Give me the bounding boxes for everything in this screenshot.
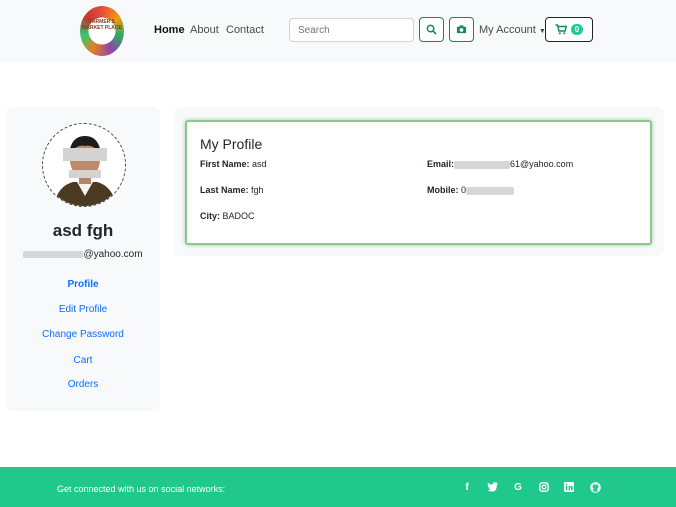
my-account-label: My Account [479,24,536,36]
cart-count-badge: 0 [570,24,584,35]
first-name-label: First Name: [200,159,250,169]
email-field: Email: 61@yahoo.com [427,159,573,169]
redacted-text [23,250,84,258]
city-value: BADOC [222,211,255,221]
email-domain: @yahoo.com [83,249,143,260]
email-label: Email: [427,159,455,169]
search-input[interactable] [289,18,414,42]
sidebar-link-profile[interactable]: Profile [6,279,160,290]
sidebar-link-change-password[interactable]: Change Password [6,329,160,340]
camera-button[interactable] [449,17,474,42]
profile-sidebar: asd fgh @yahoo.com Profile Edit Profile … [6,107,160,411]
cart-icon [555,24,567,35]
my-account-dropdown[interactable]: My Account ▼ [479,24,546,36]
cart-button[interactable]: 0 [545,17,593,42]
search-button[interactable] [419,17,444,42]
profile-name: asd fgh [52,221,114,240]
github-icon[interactable] [589,482,601,494]
city-label: City: [200,211,220,221]
redacted-text [454,160,511,169]
my-profile-card: My Profile First Name: asd Last Name: fg… [185,120,652,245]
nav-link-about[interactable]: About [190,24,219,36]
nav-link-contact[interactable]: Contact [226,24,264,36]
mobile-field: Mobile: 0 [427,185,515,195]
last-name-value: fgh [251,185,264,195]
footer-social-text: Get connected with us on social networks… [57,484,226,494]
last-name-field: Last Name: fgh [200,185,264,195]
sidebar-link-edit-profile[interactable]: Edit Profile [6,304,160,315]
mobile-label: Mobile: [427,185,459,195]
profile-email: @yahoo.com [6,249,160,260]
nav-link-home[interactable]: Home [154,24,185,36]
search-icon [426,24,437,35]
linkedin-icon[interactable] [563,482,575,494]
twitter-icon[interactable] [486,482,498,494]
sidebar-link-cart[interactable]: Cart [6,355,160,366]
city-field: City: BADOC [200,211,255,221]
footer: Get connected with us on social networks… [0,467,676,507]
email-value: 61@yahoo.com [510,159,574,169]
first-name-value: asd [252,159,267,169]
avatar-image [43,124,125,206]
redacted-text [466,186,515,195]
logo-text: FARMER'S MARKET PLACE [82,19,122,31]
facebook-icon[interactable]: f [461,482,473,494]
instagram-icon[interactable] [538,482,550,494]
google-icon[interactable]: G [512,482,524,494]
last-name-label: Last Name: [200,185,249,195]
navbar: FARMER'S MARKET PLACE Home About Contact… [0,0,676,63]
avatar [42,123,126,207]
profile-title: My Profile [200,136,263,152]
camera-icon [456,25,467,34]
first-name-field: First Name: asd [200,159,267,169]
farmers-market-logo[interactable]: FARMER'S MARKET PLACE [80,6,124,56]
sidebar-link-orders[interactable]: Orders [6,379,160,390]
